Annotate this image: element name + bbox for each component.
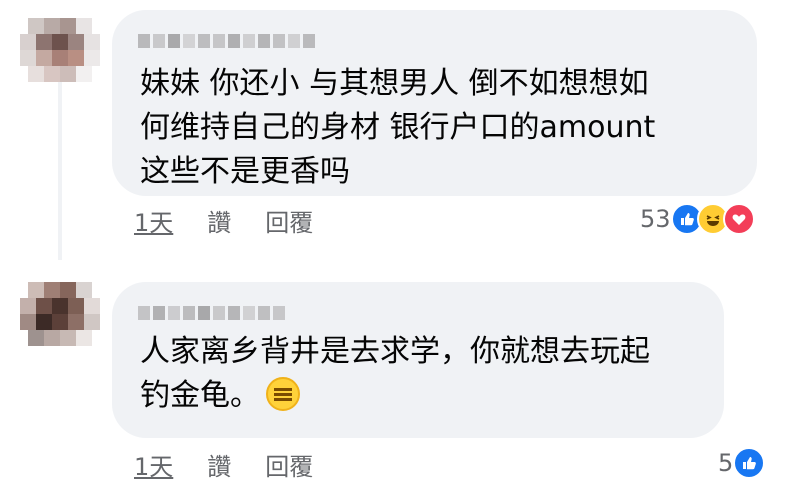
commenter-name-blurred[interactable] xyxy=(138,34,315,48)
like-button[interactable]: 讚 xyxy=(207,203,231,238)
comment-bubble: 人家离乡背井是去求学，你就想去玩起 钓金龟。 xyxy=(112,282,724,438)
reaction-summary[interactable]: 5 xyxy=(718,447,766,479)
avatar[interactable] xyxy=(20,282,100,360)
like-icon xyxy=(733,447,766,479)
comment-text: 妹妹 你还小 与其想男人 倒不如想想如 何维持自己的身材 银行户口的amount… xyxy=(140,66,656,189)
thread-line xyxy=(58,80,62,260)
comment-actions: 1天 讚 回覆 xyxy=(134,447,313,482)
reaction-count: 53 xyxy=(640,205,671,233)
comment-bubble: 妹妹 你还小 与其想男人 倒不如想想如 何维持自己的身材 银行户口的amount… xyxy=(112,10,757,196)
comment-actions: 1天 讚 回覆 xyxy=(134,203,313,238)
avatar[interactable] xyxy=(20,18,100,96)
reply-button[interactable]: 回覆 xyxy=(265,447,313,482)
like-button[interactable]: 讚 xyxy=(207,447,231,482)
timestamp-link[interactable]: 1天 xyxy=(134,447,173,482)
timestamp-link[interactable]: 1天 xyxy=(134,203,173,238)
love-icon xyxy=(722,203,755,235)
reaction-summary[interactable]: 53 xyxy=(640,203,755,235)
comment-text: 人家离乡背井是去求学，你就想去玩起 钓金龟。 xyxy=(140,330,720,418)
reply-button[interactable]: 回覆 xyxy=(265,203,313,238)
expressionless-face-icon xyxy=(266,377,300,411)
reaction-count: 5 xyxy=(718,449,734,477)
commenter-name-blurred[interactable] xyxy=(138,306,285,320)
comment-text-content: 人家离乡背井是去求学，你就想去玩起 钓金龟。 xyxy=(140,334,650,413)
